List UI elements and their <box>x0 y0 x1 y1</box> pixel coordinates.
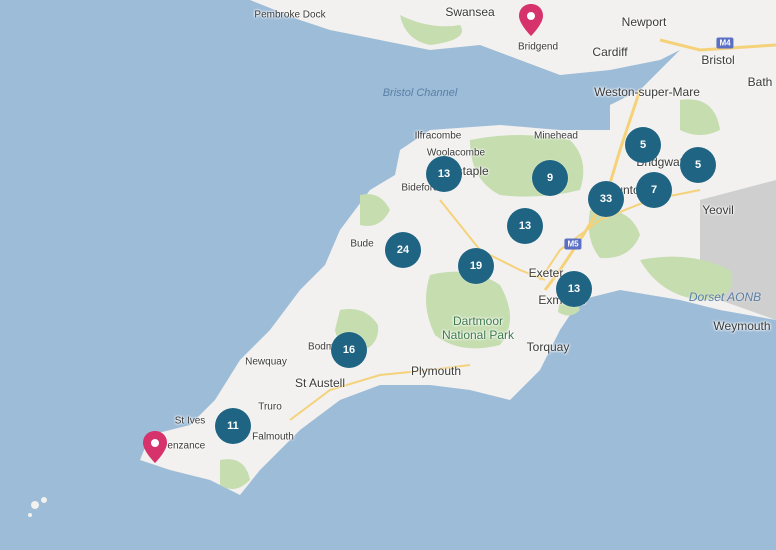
place-label-pembroke-dock: Pembroke Dock <box>254 9 326 21</box>
cluster-marker[interactable]: 13 <box>426 156 462 192</box>
road-shield-m5: M5 <box>564 238 582 250</box>
place-label-bristol-channel: Bristol Channel <box>382 87 458 99</box>
place-label-penzance: Penzance <box>160 440 206 452</box>
place-label-bath: Bath <box>747 75 773 89</box>
cluster-marker[interactable]: 16 <box>331 332 367 368</box>
place-label-bude: Bude <box>350 238 374 250</box>
cluster-marker[interactable]: 13 <box>507 208 543 244</box>
cluster-marker[interactable]: 13 <box>556 271 592 307</box>
cluster-marker[interactable]: 5 <box>680 147 716 183</box>
place-label-newport: Newport <box>621 15 667 29</box>
place-label-cardiff: Cardiff <box>592 45 628 59</box>
road-shield-m4: M4 <box>716 37 734 49</box>
cluster-marker[interactable]: 24 <box>385 232 421 268</box>
place-label-dartmoor: Dartmoor National Park <box>441 314 515 342</box>
place-label-plymouth: Plymouth <box>410 364 462 378</box>
place-label-bristol: Bristol <box>701 53 735 67</box>
cluster-marker[interactable]: 11 <box>215 408 251 444</box>
cluster-marker[interactable]: 19 <box>458 248 494 284</box>
place-label-minehead: Minehead <box>534 130 578 142</box>
location-pin-icon[interactable] <box>143 431 167 463</box>
cluster-marker[interactable]: 33 <box>588 181 624 217</box>
map-view[interactable]: Pembroke Dock Swansea Bridgend Newport C… <box>0 0 776 550</box>
place-label-ilfracombe: Ilfracombe <box>414 130 462 142</box>
place-label-weymouth: Weymouth <box>713 319 771 333</box>
place-label-dorset-aonb: Dorset AONB <box>688 290 762 304</box>
place-label-weston: Weston-super-Mare <box>594 85 700 99</box>
place-label-swansea: Swansea <box>445 5 495 19</box>
place-label-yeovil: Yeovil <box>702 203 734 217</box>
location-pin-icon[interactable] <box>519 4 543 36</box>
map-base-layer <box>28 0 776 517</box>
place-label-truro: Truro <box>258 401 282 413</box>
cluster-marker[interactable]: 5 <box>625 127 661 163</box>
place-label-falmouth: Falmouth <box>252 431 294 443</box>
place-label-torquay: Torquay <box>526 340 570 354</box>
cluster-marker[interactable]: 9 <box>532 160 568 196</box>
place-label-bridgend: Bridgend <box>517 41 559 53</box>
place-label-newquay: Newquay <box>245 356 287 368</box>
place-label-st-austell: St Austell <box>294 376 346 390</box>
cluster-marker[interactable]: 7 <box>636 172 672 208</box>
place-label-st-ives: St Ives <box>174 415 206 427</box>
